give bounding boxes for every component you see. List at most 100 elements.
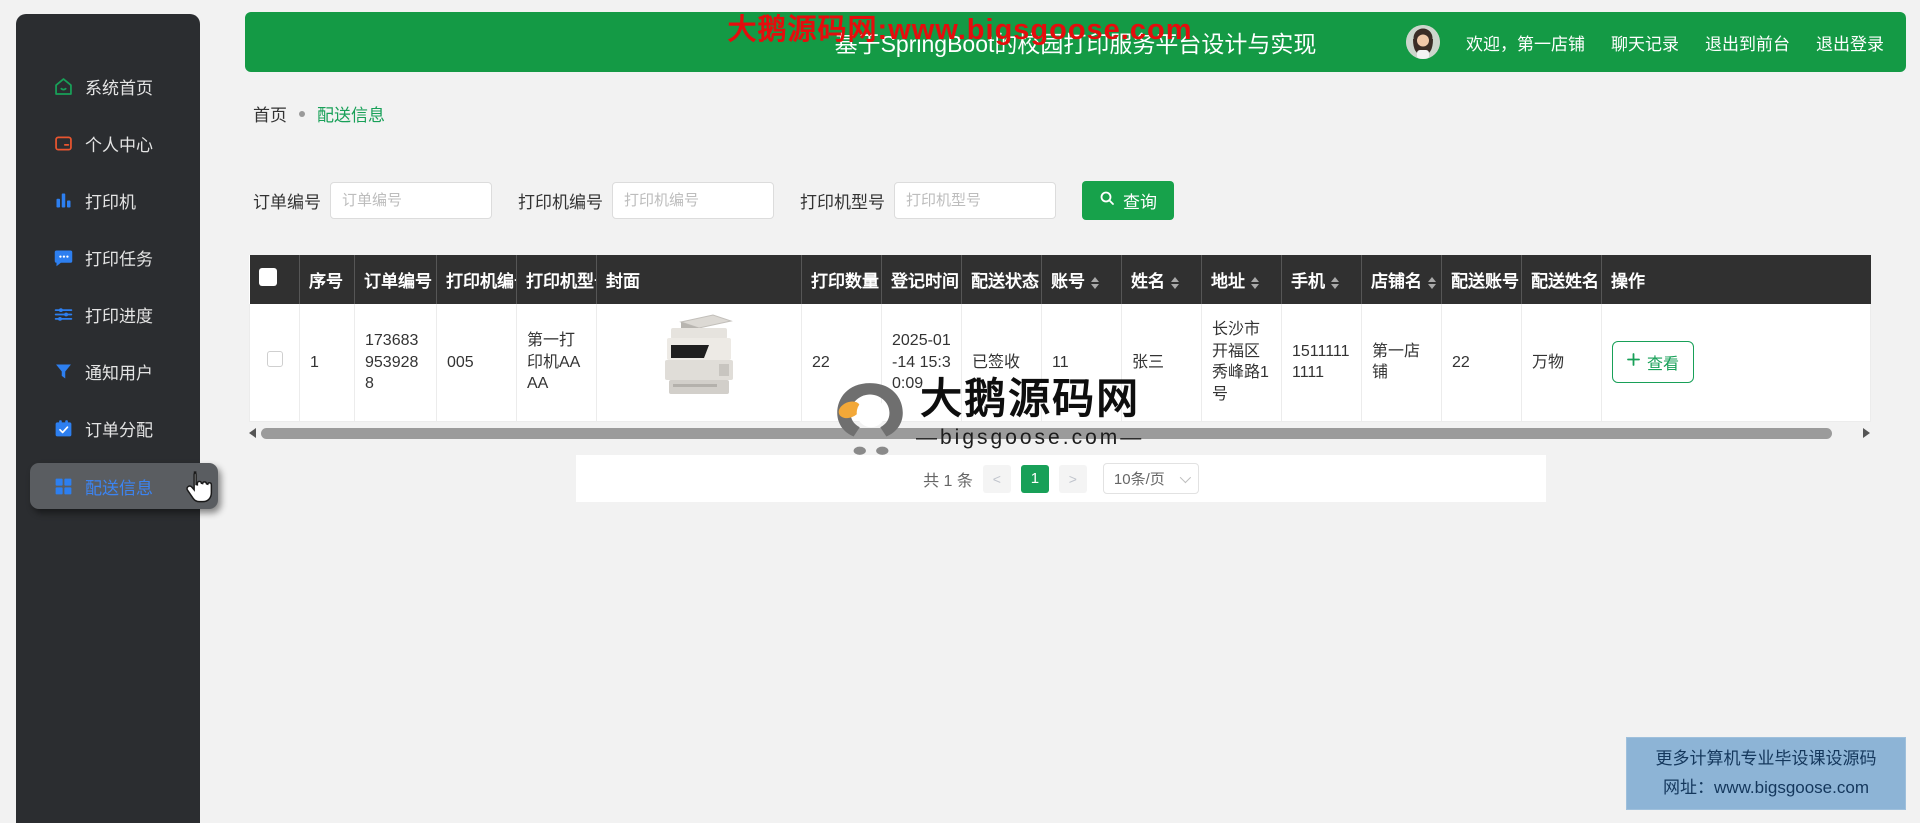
sidebar-item-label: 通知用户 [85,364,153,383]
order-no-input[interactable] [330,182,492,219]
col-cover: 封面 [596,255,802,304]
filter-printer-model: 打印机型号 [800,182,1056,219]
breadcrumb-current: 配送信息 [317,106,385,125]
col-shop-name[interactable]: 店铺名 [1361,255,1442,304]
cell-register-time: 2025-01-14 15:30:09 [881,304,962,422]
select-all-checkbox[interactable] [258,268,277,286]
exit-to-front-link[interactable]: 退出到前台 [1705,30,1790,55]
sidebar-item-notify-user[interactable]: 通知用户 [16,343,200,400]
promo-line1: 更多计算机专业毕设课设源码 [1655,749,1877,769]
chat-history-link[interactable]: 聊天记录 [1611,30,1679,55]
search-button[interactable]: 查询 [1082,181,1174,220]
sidebar-item-label: 订单分配 [85,421,153,440]
delivery-table: 序号 订单编号 打印机编号 打印机型号 封面 打印数量 登记时间 配送状态 账号… [249,255,1871,422]
printer-photo [647,314,751,410]
cell-actions: 查看 [1601,304,1871,422]
col-seq: 序号 [299,255,355,304]
pagination-bar: 共 1 条 < 1 > 10条/页 [576,455,1546,502]
col-name[interactable]: 姓名 [1121,255,1202,304]
sort-icon[interactable] [1091,276,1099,289]
col-delivery-account[interactable]: 配送账号 [1441,255,1522,304]
hand-pointer-cursor-icon [181,470,214,510]
col-account[interactable]: 账号 [1041,255,1122,304]
table-header-row: 序号 订单编号 打印机编号 打印机型号 封面 打印数量 登记时间 配送状态 账号… [249,255,1871,304]
welcome-text: 欢迎，第一店铺 [1466,34,1585,54]
sidebar-item-print-task[interactable]: 打印任务 [16,229,200,286]
col-delivery-name[interactable]: 配送姓名 [1521,255,1602,304]
scroll-right-icon[interactable] [1863,428,1870,438]
page-size-value: 10条/页 [1113,471,1165,488]
sidebar-item-label: 个人中心 [85,136,153,155]
horizontal-scrollbar[interactable] [249,426,1870,440]
order-no-label: 订单编号 [253,193,321,212]
cell-shop-name: 第一店铺 [1361,304,1442,422]
col-printer-no[interactable]: 打印机编号 [436,255,517,304]
cell-address: 长沙市开福区秀峰路1号 [1201,304,1282,422]
sidebar-item-printer[interactable]: 打印机 [16,172,200,229]
sidebar-item-system-home[interactable]: 系统首页 [16,58,200,115]
avatar[interactable] [1406,25,1440,59]
sidebar-item-label: 打印进度 [85,307,153,326]
cell-printer-model: 第一打印机AAAA [516,304,597,422]
cell-print-count: 22 [801,304,882,422]
col-register-time[interactable]: 登记时间 [881,255,962,304]
sidebar-item-print-progress[interactable]: 打印进度 [16,286,200,343]
sliders-icon [52,304,74,326]
cell-name: 张三 [1121,304,1202,422]
home-icon [52,76,74,98]
printer-no-input[interactable] [612,182,774,219]
filter-order-no: 订单编号 [253,182,492,219]
col-actions: 操作 [1601,255,1871,304]
breadcrumb-home[interactable]: 首页 [253,101,287,126]
header-user-area: 欢迎，第一店铺 聊天记录 退出到前台 退出登录 [1406,12,1884,72]
bar-chart-icon [52,190,74,212]
sidebar-item-label: 打印机 [85,193,136,212]
logout-link[interactable]: 退出登录 [1816,30,1884,55]
next-page-button[interactable]: > [1058,464,1087,493]
breadcrumb: 首页 配送信息 [253,101,385,126]
chat-bubble-icon [52,247,74,269]
funnel-icon [52,361,74,383]
sidebar-item-order-assign[interactable]: 订单分配 [16,400,200,457]
header-bar: 基于SpringBoot的校园打印服务平台设计与实现 欢迎，第一店铺 聊天记录 … [245,12,1906,72]
filter-bar: 订单编号 打印机编号 打印机型号 查询 [253,181,1174,220]
page-1-button[interactable]: 1 [1020,464,1049,493]
sort-icon[interactable] [1171,276,1179,289]
clipboard-check-icon [52,418,74,440]
sidebar-item-label: 配送信息 [85,478,153,498]
plus-icon [1627,353,1640,371]
promo-box: 更多计算机专业毕设课设源码 网址：www.bigsgoose.com [1626,737,1906,810]
col-order-no[interactable]: 订单编号 [354,255,437,304]
cell-order-no: 1736839539288 [354,304,437,422]
printer-model-label: 打印机型号 [800,193,885,212]
cell-delivery-account: 22 [1441,304,1522,422]
scrollbar-thumb[interactable] [261,427,1832,439]
page-title: 基于SpringBoot的校园打印服务平台设计与实现 [834,31,1317,57]
prev-page-button[interactable]: < [982,464,1011,493]
cell-seq: 1 [299,304,355,422]
col-phone[interactable]: 手机 [1281,255,1362,304]
col-address[interactable]: 地址 [1201,255,1282,304]
breadcrumb-dot-icon [299,110,305,117]
sort-icon[interactable] [1331,276,1339,289]
sort-icon[interactable] [1251,276,1259,289]
cell-account: 11 [1041,304,1122,422]
page-size-select[interactable]: 10条/页 [1102,463,1199,494]
search-icon [1099,190,1115,211]
row-select-cell[interactable] [249,304,300,422]
sidebar-item-profile[interactable]: 个人中心 [16,115,200,172]
printer-no-label: 打印机编号 [518,193,603,212]
profile-card-icon [52,133,74,155]
col-printer-model[interactable]: 打印机型号 [516,255,597,304]
printer-model-input[interactable] [894,182,1056,219]
select-all-header[interactable] [249,255,300,304]
col-delivery-status[interactable]: 配送状态 [961,255,1042,304]
view-button[interactable]: 查看 [1612,341,1695,384]
row-checkbox[interactable] [266,351,283,367]
sidebar-item-delivery-info[interactable]: 配送信息 [30,463,218,509]
cell-printer-no: 005 [436,304,517,422]
col-print-count[interactable]: 打印数量 [801,255,882,304]
cell-delivery-name: 万物 [1521,304,1602,422]
sort-icon[interactable] [1428,276,1436,289]
scroll-left-icon[interactable] [249,428,256,438]
